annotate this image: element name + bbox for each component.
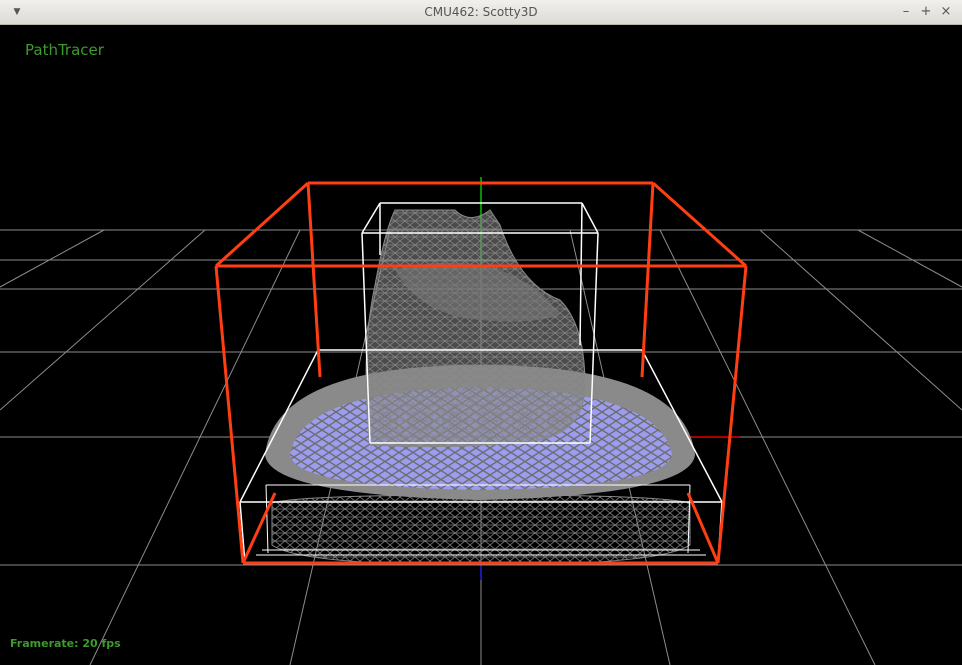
minimize-icon[interactable]: – [898,4,914,20]
close-icon[interactable]: × [938,4,954,20]
app-window: ▼ CMU462: Scotty3D – + × PathTracer Fram… [0,0,962,665]
scene-render [0,177,962,665]
3d-viewport[interactable]: PathTracer Framerate: 20 fps [0,25,962,665]
title-bar[interactable]: ▼ CMU462: Scotty3D – + × [0,0,962,25]
render-mode-label: PathTracer [25,41,104,59]
maximize-icon[interactable]: + [918,4,934,20]
dragon-mesh [265,209,695,566]
framerate-label: Framerate: 20 fps [10,637,121,650]
window-title: CMU462: Scotty3D [424,5,538,19]
